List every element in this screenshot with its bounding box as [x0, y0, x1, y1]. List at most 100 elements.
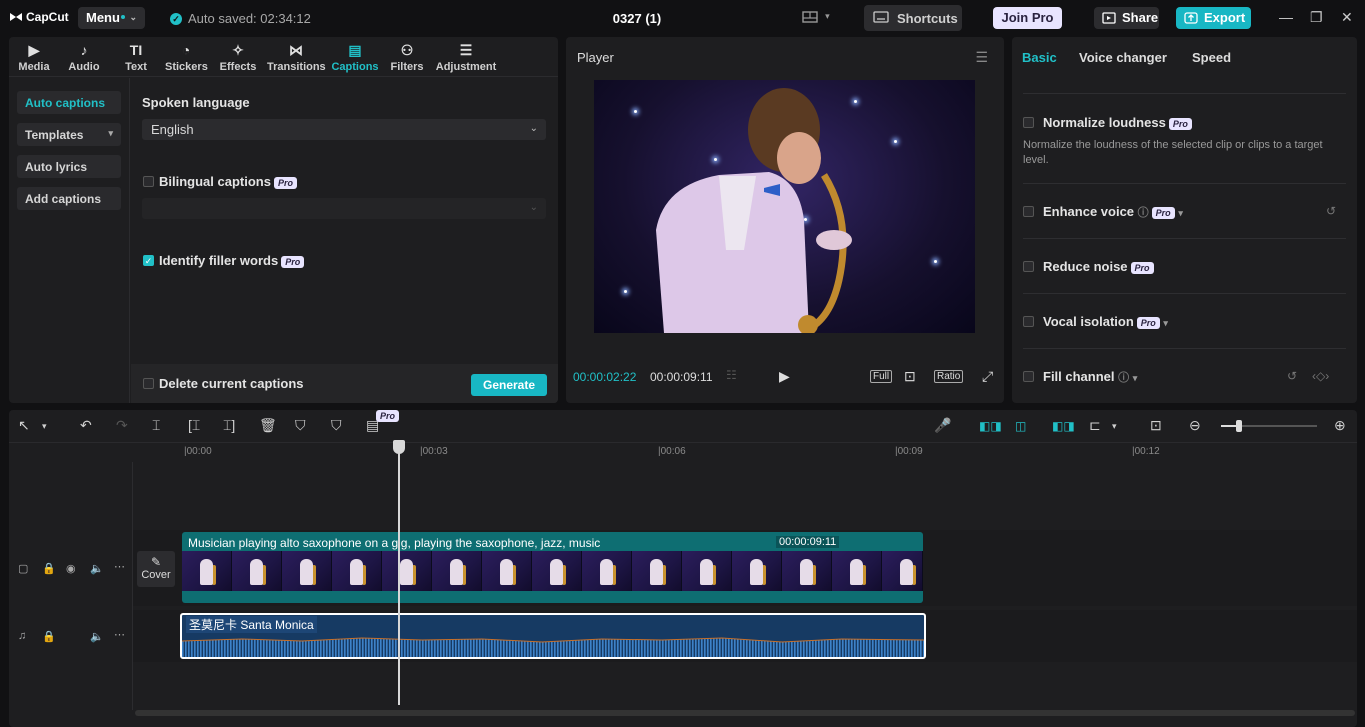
eye-icon[interactable]: ◉	[66, 562, 76, 575]
thumbnail	[282, 551, 332, 591]
fill-channel-text: Fill channel	[1043, 369, 1115, 384]
media-panel: ▶ Media ♪ Audio TI Text ◔ Stickers ✧ Eff…	[9, 37, 558, 403]
maximize-icon[interactable]: ❐	[1310, 9, 1323, 26]
playhead[interactable]	[398, 440, 400, 705]
select-tool-icon[interactable]: ↖	[18, 417, 30, 434]
player-title: Player	[577, 50, 614, 65]
reduce-noise-checkbox[interactable]	[1023, 261, 1034, 272]
reset-icon[interactable]: ↺	[1287, 369, 1297, 383]
fullscreen-icon[interactable]: ⤢	[982, 368, 993, 385]
tab-basic[interactable]: Basic	[1022, 50, 1057, 65]
volume-icon[interactable]: 🔈	[90, 630, 104, 643]
filler-words-checkbox[interactable]: ✓	[143, 255, 154, 266]
tab-transitions[interactable]: ⋈ Transitions	[267, 41, 326, 73]
more-icon[interactable]: ⋯	[114, 628, 125, 641]
marker-icon[interactable]: ⛉	[295, 417, 306, 434]
normalize-checkbox[interactable]	[1023, 117, 1034, 128]
microphone-icon[interactable]: 🎤	[934, 417, 951, 434]
close-icon[interactable]: ✕	[1341, 9, 1353, 26]
playhead-handle[interactable]	[393, 440, 405, 454]
layout-icon[interactable]: ▾	[802, 11, 834, 25]
chevron-down-icon[interactable]: ▾	[1112, 421, 1117, 432]
shortcuts-button[interactable]: Shortcuts	[864, 5, 962, 31]
fill-channel-checkbox[interactable]	[1023, 371, 1034, 382]
media-icon: ▶	[28, 42, 40, 58]
auto-snap-icon[interactable]: ◫	[1015, 419, 1026, 433]
menu-button[interactable]: Menu ⌄	[78, 7, 145, 29]
chevron-down-icon[interactable]: ▾	[1178, 208, 1183, 218]
tab-effects[interactable]: ✧ Effects	[219, 41, 257, 73]
keyframe-icon[interactable]: ‹◇›	[1312, 369, 1329, 383]
join-pro-button[interactable]: Join Pro	[993, 7, 1062, 29]
export-label: Export	[1204, 10, 1246, 25]
delete-captions-checkbox[interactable]	[143, 378, 154, 389]
zoom-slider[interactable]	[1221, 420, 1317, 432]
enhance-checkbox[interactable]	[1023, 206, 1034, 217]
full-button[interactable]: Full	[870, 370, 893, 383]
fit-view-icon[interactable]: ⊡	[1150, 417, 1162, 434]
tab-text[interactable]: TI Text	[121, 41, 151, 73]
tab-audio[interactable]: ♪ Audio	[67, 41, 101, 73]
sidebar-item-templates[interactable]: Templates ▾	[17, 123, 121, 146]
generate-button[interactable]: Generate	[471, 374, 547, 396]
video-clip[interactable]: Musician playing alto saxophone on a gig…	[182, 532, 923, 603]
audio-clip[interactable]: 圣莫尼卡 Santa Monica	[180, 613, 926, 659]
share-button[interactable]: Share	[1094, 7, 1159, 29]
volume-icon[interactable]: 🔈	[90, 562, 104, 575]
lock-icon[interactable]: 🔒	[42, 562, 56, 575]
split-right-icon[interactable]: ⌶]	[223, 417, 235, 434]
split-icon[interactable]: ⌶	[152, 417, 160, 434]
zoom-in-icon[interactable]: ⊕	[1334, 417, 1346, 434]
tab-speed[interactable]: Speed	[1192, 50, 1231, 65]
pro-badge: Pro	[376, 410, 400, 422]
chevron-down-icon[interactable]: ▾	[1163, 318, 1168, 328]
undo-icon[interactable]: ↶	[80, 417, 92, 434]
normalize-label: Normalize loudness Pro	[1043, 115, 1192, 130]
cover-button[interactable]: ✎ Cover	[137, 551, 175, 587]
project-title[interactable]: 0327 (1)	[600, 11, 674, 26]
chevron-down-icon[interactable]: ▾	[42, 421, 47, 432]
reset-icon[interactable]: ↺	[1326, 204, 1336, 218]
sidebar-item-auto-captions[interactable]: Auto captions	[17, 91, 121, 114]
linkage-icon[interactable]: ◧◨	[1052, 419, 1075, 433]
redo-icon[interactable]: ↷	[116, 417, 128, 434]
timeline-panel: ↖ ▾ ↶ ↷ ⌶ [⌶ ⌶] 🗑 ⛉ ⛉ ▤ Pro 🎤 ◧◨ ◫ ◧◨ ⊏ …	[9, 410, 1357, 727]
info-icon[interactable]: ⓘ	[1138, 207, 1149, 219]
split-left-icon[interactable]: [⌶	[188, 417, 200, 434]
tab-captions[interactable]: ▤ Captions	[331, 41, 379, 73]
timeline-grid-icon[interactable]: ☷	[726, 368, 737, 382]
minimize-icon[interactable]: —	[1279, 9, 1293, 25]
tab-filters[interactable]: ⚇ Filters	[389, 41, 425, 73]
lock-icon[interactable]: 🔒	[42, 630, 56, 643]
tab-adjustment[interactable]: ☰ Adjustment	[435, 41, 497, 73]
info-icon[interactable]: ⓘ	[1118, 372, 1129, 384]
shield-icon[interactable]: ⛉	[331, 417, 342, 434]
play-icon[interactable]: ▶	[779, 368, 790, 385]
time-ruler[interactable]: |00:00 |00:03 |00:06 |00:09 |00:12	[9, 442, 1357, 460]
preview-axis-icon[interactable]: ⊏	[1089, 417, 1101, 434]
more-icon[interactable]: ⋯	[114, 560, 125, 573]
export-button[interactable]: Export	[1176, 7, 1251, 29]
capcut-logo: CapCut	[9, 10, 69, 24]
main-track-magnet-icon[interactable]: ◧◨	[979, 419, 1002, 433]
edit-icon: ✎	[150, 555, 162, 569]
bilingual-checkbox[interactable]	[143, 176, 154, 187]
chevron-down-icon[interactable]: ▾	[1133, 373, 1138, 383]
delete-icon[interactable]: 🗑	[259, 417, 277, 434]
spoken-language-select[interactable]: English ⌄	[142, 119, 546, 140]
vocal-isolation-checkbox[interactable]	[1023, 316, 1034, 327]
menu-icon[interactable]: ☰	[975, 49, 988, 66]
zoom-out-icon[interactable]: ⊖	[1189, 417, 1201, 434]
screenshot-icon[interactable]: ⊡	[904, 368, 916, 385]
tab-stickers[interactable]: ◔ Stickers	[165, 41, 208, 73]
tab-media[interactable]: ▶ Media	[17, 41, 51, 73]
sidebar-item-add-captions[interactable]: Add captions	[17, 187, 121, 210]
horizontal-scrollbar[interactable]	[135, 710, 1355, 716]
ratio-button[interactable]: Ratio	[934, 370, 964, 383]
video-preview[interactable]	[594, 80, 975, 333]
zoom-slider-handle[interactable]	[1236, 420, 1242, 432]
filler-words-label: Identify filler words Pro	[159, 253, 305, 268]
tab-voice-changer[interactable]: Voice changer	[1079, 50, 1167, 65]
sidebar-item-auto-lyrics[interactable]: Auto lyrics	[17, 155, 121, 178]
current-time: 00:00:02:22	[573, 370, 637, 384]
